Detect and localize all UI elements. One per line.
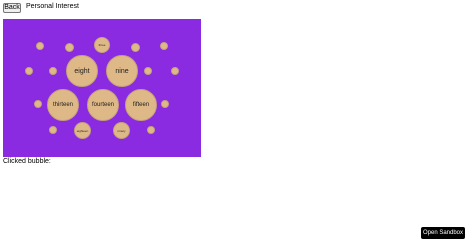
bubble-eighteen[interactable]: eighteen: [74, 122, 91, 139]
bubble-right-2[interactable]: [171, 67, 179, 75]
bubble-fourteen[interactable]: fourteen: [87, 89, 119, 121]
bubble-right-3[interactable]: [161, 100, 169, 108]
page-title: Personal Interest: [26, 3, 79, 10]
bubble-top-4[interactable]: [131, 43, 140, 52]
bubble-thirteen[interactable]: thirteen: [47, 89, 79, 121]
bubble-bottom-4[interactable]: [147, 126, 155, 134]
bubble-left-1[interactable]: [25, 67, 33, 75]
bubble-ninety[interactable]: ninety: [113, 122, 130, 139]
bubble-top-2[interactable]: [65, 43, 74, 52]
open-sandbox-button[interactable]: Open Sandbox: [421, 227, 465, 239]
clicked-bubble-label: Clicked bubble:: [3, 158, 51, 165]
bubble-top-1[interactable]: [36, 42, 44, 50]
bubble-nine[interactable]: nine: [106, 55, 138, 87]
back-button[interactable]: Back: [3, 3, 21, 13]
bubble-right-1[interactable]: [144, 67, 152, 75]
bubble-left-2[interactable]: [49, 67, 57, 75]
bubble-top-5[interactable]: [160, 42, 168, 50]
bubble-eight[interactable]: eight: [66, 55, 98, 87]
bubble-chart-canvas: three eight nine thirteen fourteen fifte…: [3, 19, 201, 157]
bubble-fifteen[interactable]: fifteen: [125, 89, 157, 121]
bubble-left-3[interactable]: [34, 100, 42, 108]
bubble-three[interactable]: three: [94, 37, 110, 53]
bubble-bottom-1[interactable]: [49, 126, 57, 134]
